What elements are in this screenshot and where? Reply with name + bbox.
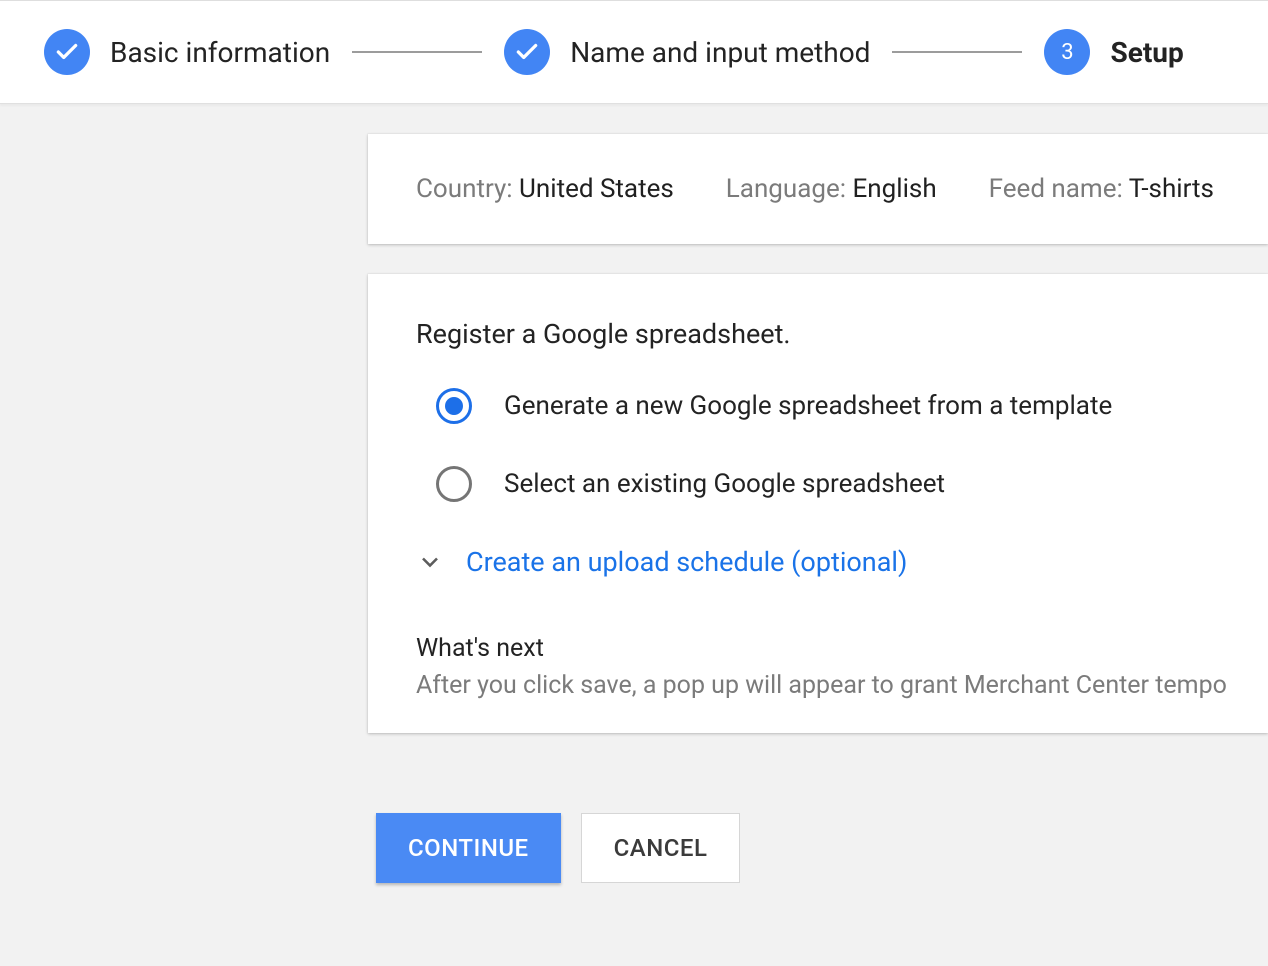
- summary-language: Language: English: [726, 174, 937, 204]
- feed-summary-line: Country: United States Language: English…: [416, 174, 1220, 204]
- step-number-icon: 3: [1044, 29, 1090, 75]
- radio-label: Generate a new Google spreadsheet from a…: [504, 391, 1112, 421]
- step-basic-information[interactable]: Basic information: [44, 29, 330, 75]
- check-icon: [44, 29, 90, 75]
- continue-button[interactable]: Continue: [376, 813, 561, 883]
- summary-language-label: Language:: [726, 174, 853, 204]
- summary-country-value: United States: [519, 174, 674, 204]
- radio-generate-template[interactable]: Generate a new Google spreadsheet from a…: [416, 388, 1220, 424]
- action-button-row: Continue Cancel: [376, 813, 1268, 883]
- section-title: Register a Google spreadsheet.: [416, 318, 1220, 350]
- summary-language-value: English: [853, 174, 937, 204]
- step-number: 3: [1061, 40, 1073, 65]
- whats-next-section: What's next After you click save, a pop …: [416, 634, 1220, 703]
- whats-next-body: After you click save, a pop up will appe…: [416, 669, 1220, 703]
- summary-country-label: Country:: [416, 174, 519, 204]
- page-body: Country: United States Language: English…: [0, 104, 1268, 883]
- summary-feed-label: Feed name:: [989, 174, 1129, 204]
- step-setup[interactable]: 3 Setup: [1044, 29, 1183, 75]
- radio-label: Select an existing Google spreadsheet: [504, 469, 945, 499]
- whats-next-title: What's next: [416, 634, 1220, 663]
- chevron-down-icon: [416, 548, 444, 576]
- summary-feed-name: Feed name: T-shirts: [989, 174, 1214, 204]
- stepper: Basic information Name and input method …: [0, 0, 1268, 104]
- spreadsheet-form-card: Register a Google spreadsheet. Generate …: [368, 274, 1268, 733]
- check-icon: [504, 29, 550, 75]
- spreadsheet-option-group: Generate a new Google spreadsheet from a…: [416, 388, 1220, 502]
- stepper-connector: [352, 51, 482, 53]
- step-name-input-method[interactable]: Name and input method: [504, 29, 870, 75]
- cancel-button[interactable]: Cancel: [581, 813, 741, 883]
- radio-icon: [436, 466, 472, 502]
- radio-icon: [436, 388, 472, 424]
- summary-country: Country: United States: [416, 174, 674, 204]
- upload-schedule-expander[interactable]: Create an upload schedule (optional): [416, 546, 1220, 578]
- upload-schedule-link: Create an upload schedule (optional): [466, 546, 907, 578]
- radio-select-existing[interactable]: Select an existing Google spreadsheet: [416, 466, 1220, 502]
- summary-feed-value: T-shirts: [1129, 174, 1214, 204]
- stepper-connector: [892, 51, 1022, 53]
- feed-summary-card: Country: United States Language: English…: [368, 134, 1268, 244]
- step-label: Basic information: [110, 36, 330, 69]
- step-label: Setup: [1110, 36, 1183, 69]
- step-label: Name and input method: [570, 36, 870, 69]
